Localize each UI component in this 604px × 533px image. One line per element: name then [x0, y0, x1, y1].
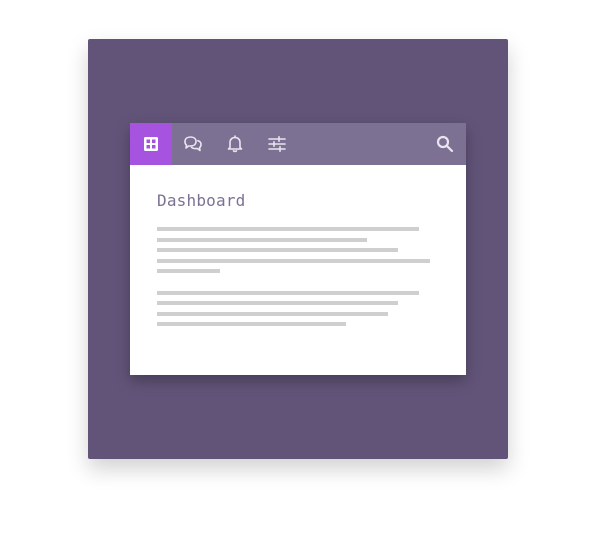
- dashboard-grid-icon: [144, 137, 158, 151]
- nav-settings-button[interactable]: [256, 123, 298, 165]
- placeholder-line: [157, 301, 398, 305]
- app-window: Dashboard: [130, 123, 466, 375]
- placeholder-line: [157, 322, 346, 326]
- placeholder-line: [157, 238, 367, 242]
- app-background: Dashboard: [88, 39, 508, 459]
- bell-icon: [227, 135, 243, 153]
- nav-dashboard-button[interactable]: [130, 123, 172, 165]
- placeholder-line: [157, 312, 388, 316]
- placeholder-line: [157, 259, 430, 263]
- placeholder-line: [157, 291, 419, 295]
- placeholder-line: [157, 248, 398, 252]
- placeholder-line: [157, 269, 220, 273]
- page-title: Dashboard: [157, 191, 246, 210]
- sliders-icon: [268, 136, 286, 152]
- top-navbar: [130, 123, 466, 165]
- placeholder-line: [157, 227, 419, 231]
- nav-notifications-button[interactable]: [214, 123, 256, 165]
- search-icon: [436, 135, 454, 153]
- search-button[interactable]: [424, 123, 466, 165]
- nav-chat-button[interactable]: [172, 123, 214, 165]
- chat-bubbles-icon: [184, 136, 202, 152]
